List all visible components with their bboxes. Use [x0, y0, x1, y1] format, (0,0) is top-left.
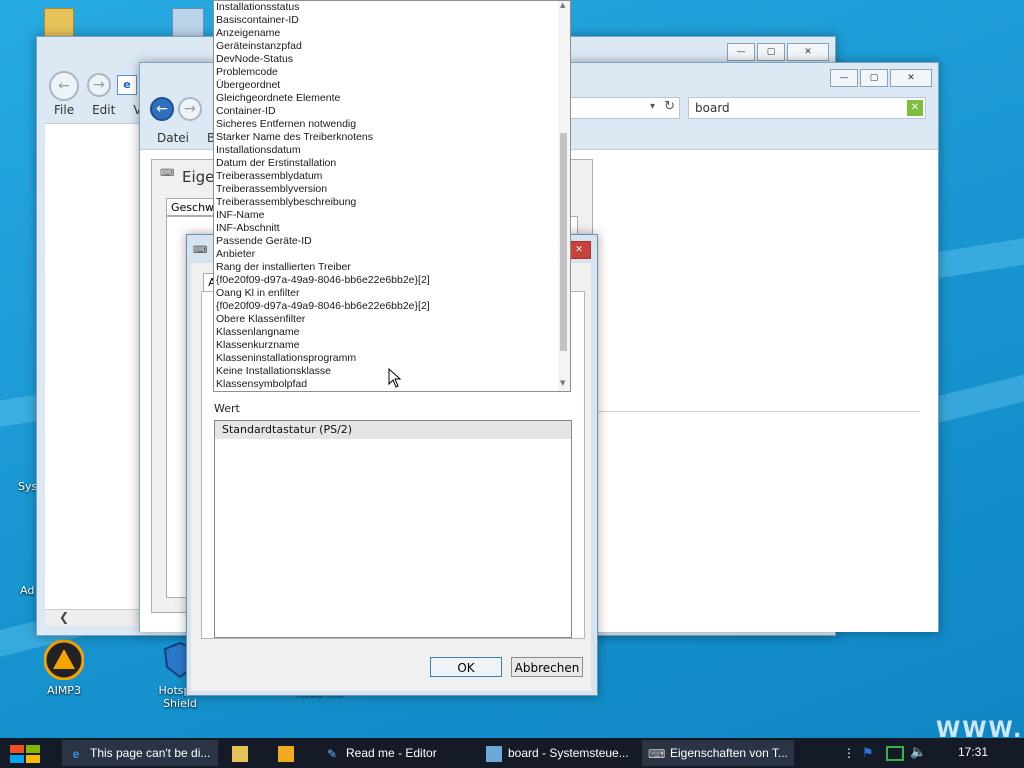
close-button[interactable]: ✕: [890, 69, 932, 87]
value-label: Wert: [214, 402, 240, 415]
folder-icon: [232, 745, 248, 762]
taskbar-item-media[interactable]: [278, 740, 300, 766]
dropdown-item[interactable]: Problemcode: [214, 66, 570, 79]
maximize-button[interactable]: ▢: [860, 69, 888, 87]
taskbar: e This page can't be di... ✎ Read me - Edi…: [0, 738, 1024, 768]
menu-file[interactable]: File: [54, 103, 74, 117]
dropdown-item[interactable]: Datum der Erstinstallation: [214, 157, 570, 170]
keyboard-icon: ⌨: [193, 245, 208, 256]
dropdown-item[interactable]: Oang Kl in enfilter: [214, 287, 570, 300]
cancel-button[interactable]: Abbrechen: [511, 657, 583, 677]
network-icon[interactable]: [886, 746, 904, 761]
dropdown-item[interactable]: Installationsstatus: [214, 1, 570, 14]
keyboard-icon: ⌨: [160, 168, 175, 179]
watermark: WWW.FR: [936, 718, 1024, 738]
media-player-icon: [278, 745, 294, 762]
dropdown-item[interactable]: {f0e20f09-d97a-49a9-8046-bb6e22e6bb2e}[2…: [214, 274, 570, 287]
volume-muted-icon[interactable]: 🔈: [910, 745, 926, 760]
refresh-icon[interactable]: ↻: [664, 99, 675, 114]
dropdown-item[interactable]: Installationsdatum: [214, 144, 570, 157]
dropdown-item[interactable]: {f0e20f09-d97a-49a9-8046-bb6e22e6bb2e}[2…: [214, 300, 570, 313]
search-input[interactable]: board ✕: [688, 97, 926, 119]
dropdown-item[interactable]: Klassenlangname: [214, 326, 570, 339]
ie-icon: e: [72, 746, 80, 761]
desktop-icon-aimp3[interactable]: AIMP3: [24, 639, 104, 697]
dropdown-item[interactable]: Treiberassemblydatum: [214, 170, 570, 183]
taskbar-item-explorer[interactable]: [232, 740, 254, 766]
desktop-label-partial[interactable]: Ad: [20, 584, 34, 597]
dropdown-item[interactable]: Sicheres Entfernen notwendig: [214, 118, 570, 131]
more-icon[interactable]: ⋮: [843, 746, 855, 760]
keyboard-icon: ⌨: [648, 746, 666, 761]
taskbar-label: Read me - Editor: [346, 746, 437, 760]
dropdown-item[interactable]: Passende Geräte-ID: [214, 235, 570, 248]
dropdown-item[interactable]: Anbieter: [214, 248, 570, 261]
dropdown-items: Installationsstatus Basiscontainer-ID Anze…: [214, 1, 570, 391]
editor-icon: ✎: [326, 746, 338, 761]
dropdown-item[interactable]: Treiberassemblyversion: [214, 183, 570, 196]
dropdown-item[interactable]: Obere Klassenfilter: [214, 313, 570, 326]
clear-search-icon[interactable]: ✕: [907, 100, 923, 116]
dropdown-item[interactable]: Container-ID: [214, 105, 570, 118]
menu-edit[interactable]: Edit: [92, 103, 115, 117]
caption-buttons: — ▢ ✕: [727, 43, 829, 61]
forward-arrow-icon[interactable]: →: [87, 73, 111, 97]
flag-icon[interactable]: ⚑: [862, 746, 874, 761]
scroll-down-icon[interactable]: ▼: [560, 379, 565, 387]
dropdown-item[interactable]: Starker Name des Treiberknotens: [214, 131, 570, 144]
dropdown-item[interactable]: Basiscontainer-ID: [214, 14, 570, 27]
dropdown-scrollbar[interactable]: ▲ ▼: [558, 1, 570, 391]
scroll-up-icon[interactable]: ▲: [560, 1, 565, 9]
dropdown-item[interactable]: INF-Abschnitt: [214, 222, 570, 235]
dropdown-item[interactable]: Geräteinstanzpfad: [214, 40, 570, 53]
dropdown-item[interactable]: Klassenkurzname: [214, 339, 570, 352]
dropdown-item[interactable]: Rang der installierten Treiber: [214, 261, 570, 274]
taskbar-item-editor[interactable]: ✎ Read me - Editor: [318, 740, 470, 766]
minimize-button[interactable]: —: [727, 43, 755, 61]
taskbar-item-ie[interactable]: e This page can't be di...: [62, 740, 218, 766]
menu-bar: File Edit Vie: [54, 103, 152, 117]
property-dropdown-list[interactable]: Installationsstatus Basiscontainer-ID Anze…: [213, 0, 571, 392]
address-bar[interactable]: ▾ ↻: [570, 97, 680, 119]
desktop-label-partial[interactable]: Sys: [18, 480, 37, 493]
taskbar-label: board - Systemsteue...: [508, 746, 629, 760]
search-value: board: [695, 101, 730, 115]
caption-buttons: — ▢ ✕: [830, 69, 932, 87]
desktop-icon-label: AIMP3: [47, 684, 81, 697]
taskbar-item-properties[interactable]: ⌨ Eigenschaften von T...: [642, 740, 794, 766]
taskbar-item-control-panel[interactable]: board - Systemsteue...: [480, 740, 632, 766]
tab-label: Geschwi: [171, 201, 218, 214]
aimp-icon: [43, 639, 85, 681]
value-listbox[interactable]: Standardtastatur (PS/2): [214, 420, 572, 638]
dropdown-item[interactable]: INF-Name: [214, 209, 570, 222]
maximize-button[interactable]: ▢: [757, 43, 785, 61]
minimize-button[interactable]: —: [830, 69, 858, 87]
back-arrow-icon[interactable]: ←: [49, 71, 79, 101]
control-panel-icon: [486, 745, 502, 762]
taskbar-label: Eigenschaften von T...: [670, 746, 788, 760]
value-row[interactable]: Standardtastatur (PS/2): [215, 421, 571, 439]
dropdown-item[interactable]: Gleichgeordnete Elemente: [214, 92, 570, 105]
forward-arrow-icon[interactable]: →: [178, 97, 202, 121]
scroll-left-icon[interactable]: ❮: [59, 610, 69, 624]
dropdown-item[interactable]: Anzeigename: [214, 27, 570, 40]
dropdown-item[interactable]: Übergeordnet: [214, 79, 570, 92]
ie-icon: e: [117, 75, 137, 95]
dropdown-item[interactable]: Treiberassemblybeschreibung: [214, 196, 570, 209]
divider: [590, 411, 920, 412]
close-button[interactable]: ✕: [787, 43, 829, 61]
taskbar-label: This page can't be di...: [90, 746, 211, 760]
dropdown-item[interactable]: DevNode-Status: [214, 53, 570, 66]
clock[interactable]: 17:31: [958, 745, 988, 759]
ok-button[interactable]: OK: [430, 657, 502, 677]
menu-datei[interactable]: Datei: [157, 131, 189, 145]
back-arrow-icon[interactable]: ←: [150, 97, 174, 121]
mouse-cursor-icon: [388, 368, 402, 388]
scroll-thumb[interactable]: [560, 133, 567, 351]
dropdown-arrow-icon[interactable]: ▾: [650, 101, 655, 112]
dropdown-item[interactable]: Klasseninstallationsprogramm: [214, 352, 570, 365]
windows-start-icon[interactable]: [10, 745, 40, 763]
